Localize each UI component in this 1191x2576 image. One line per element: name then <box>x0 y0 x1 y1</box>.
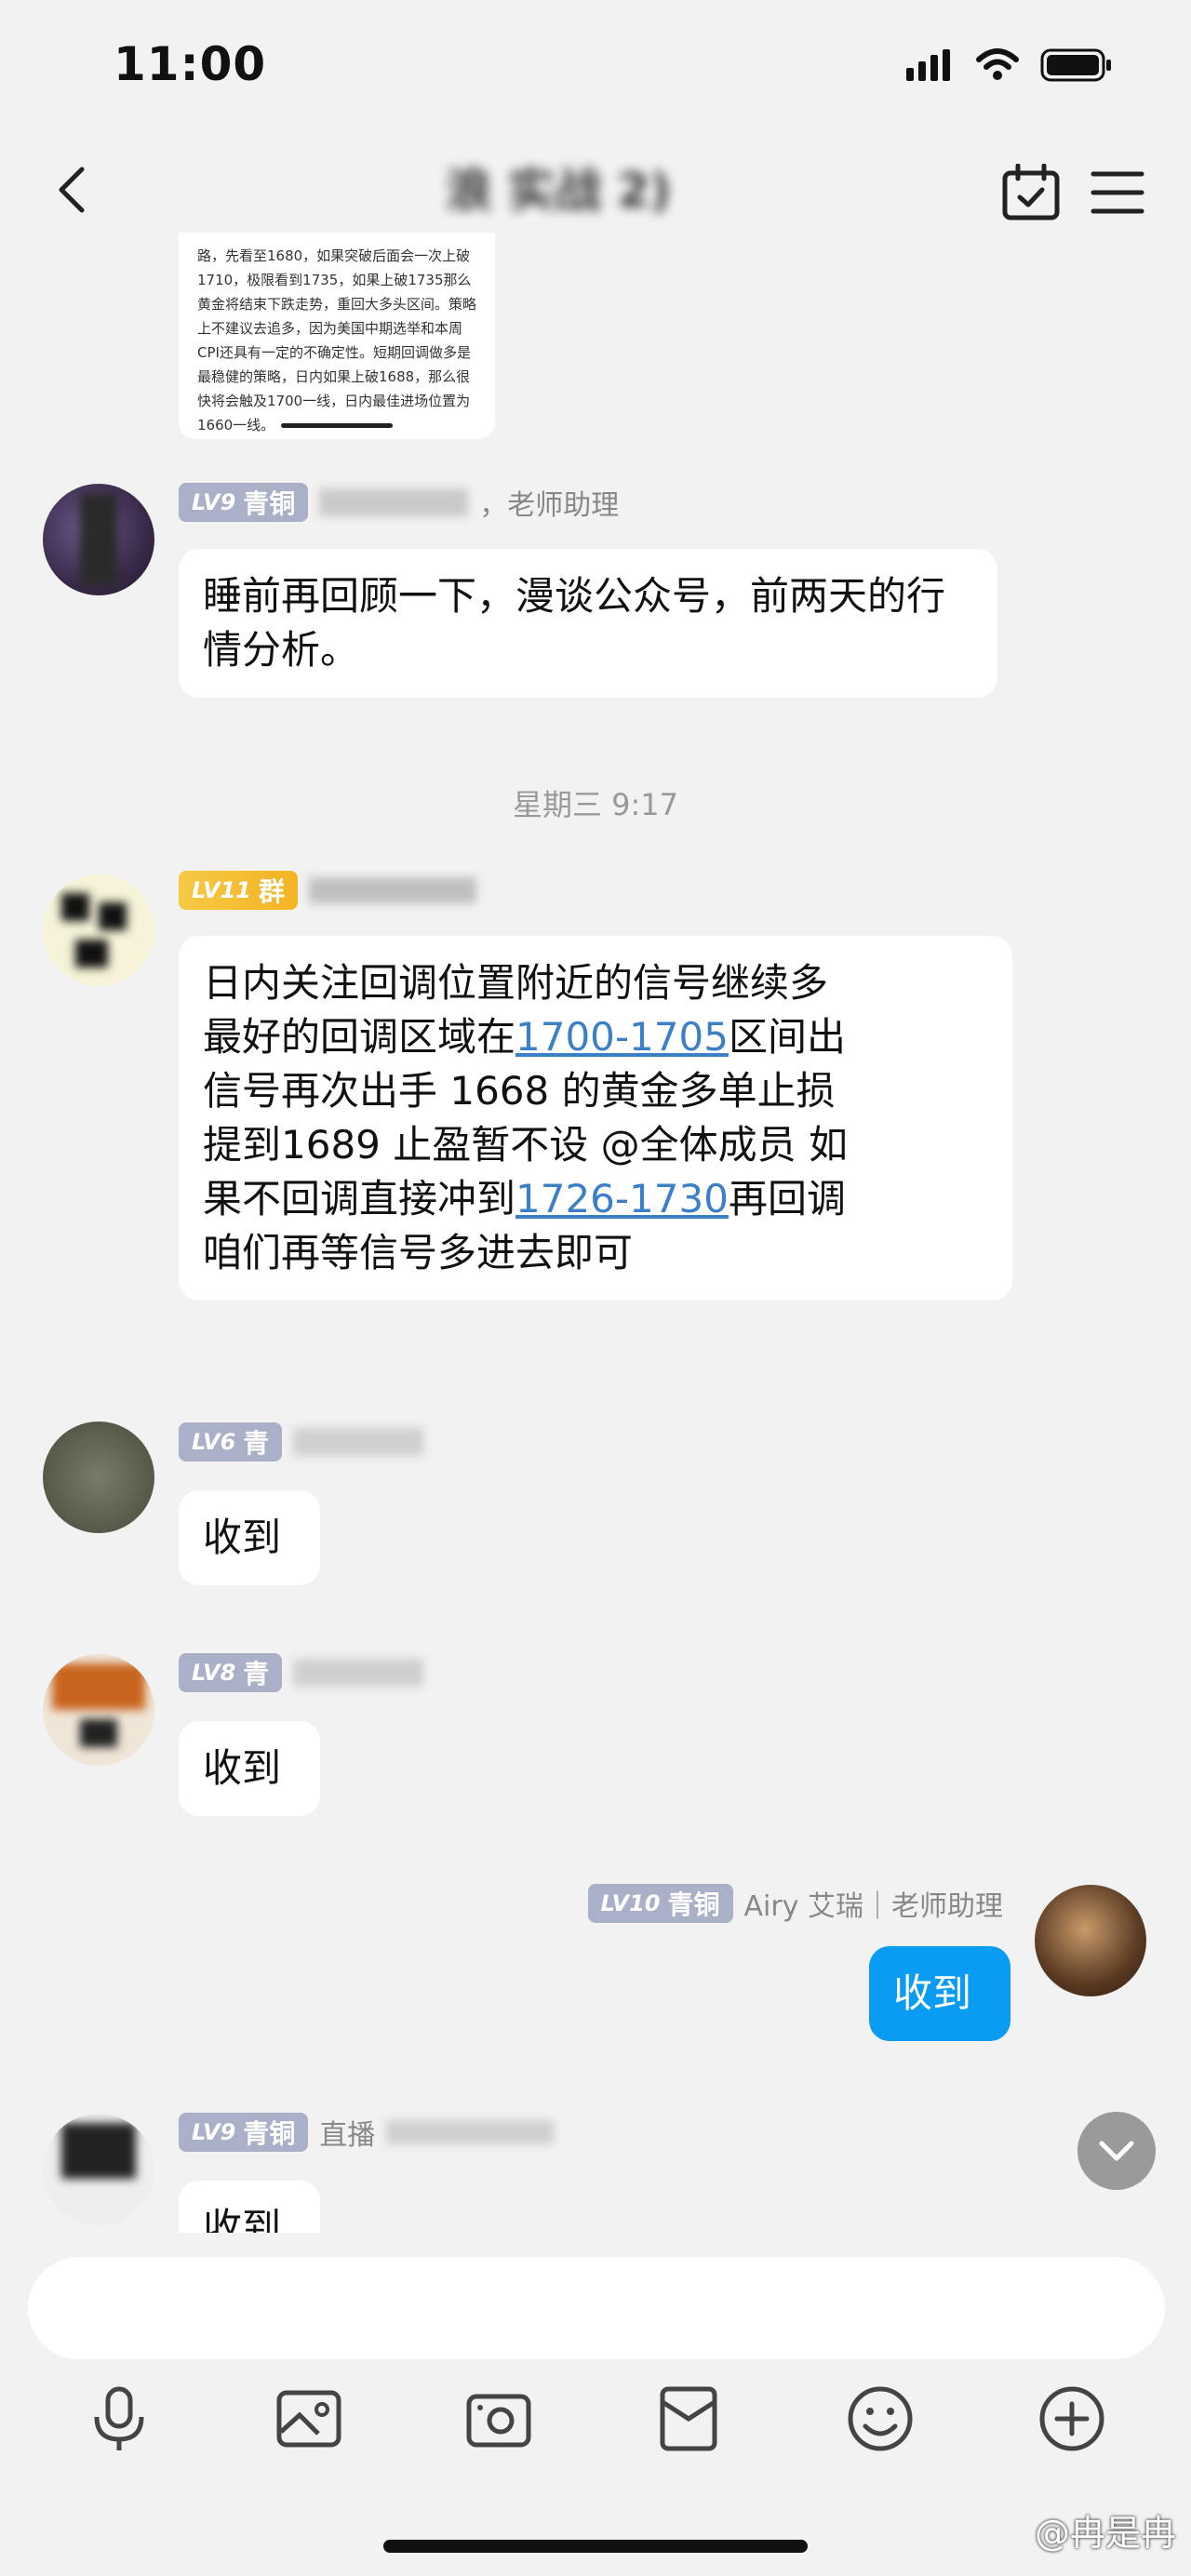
sender-name-redacted <box>319 488 469 516</box>
input-toolbar <box>0 2382 1191 2475</box>
wifi-icon <box>976 48 1019 80</box>
message-meta: LV8 青 <box>179 1652 435 1693</box>
sender-name: 直播 <box>319 2119 376 2152</box>
sender-name-redacted <box>293 1428 424 1456</box>
camera-icon[interactable] <box>462 2382 536 2456</box>
level-badge: LV8 青 <box>179 1653 283 1692</box>
level-badge: LV9 青铜 <box>179 2113 309 2152</box>
image-preview-text: 路，先看至1680，如果突破后面会一次上破1710，极限看到1735，如果上破1… <box>197 247 477 434</box>
sender-name: Airy 艾瑞｜老师助理 <box>743 1890 1003 1923</box>
input-area <box>0 2233 1191 2576</box>
status-bar: 11:00 <box>0 0 1191 130</box>
message-bubble[interactable]: 收到 <box>179 1490 320 1585</box>
level-badge: LV6 青 <box>179 1422 283 1462</box>
avatar[interactable] <box>43 1654 154 1766</box>
chat-title-area[interactable]: 浪 实战 2) <box>149 149 968 233</box>
message-timestamp: 星期三 9:17 <box>512 787 679 822</box>
home-indicator <box>383 2540 808 2553</box>
image-scroll-indicator <box>281 423 393 428</box>
price-link[interactable]: 1726-1730 <box>515 1176 729 1221</box>
level-badge: LV9 青铜 <box>179 483 309 522</box>
avatar[interactable] <box>43 2114 154 2225</box>
message-meta: LV10 青铜 Airy 艾瑞｜老师助理 <box>587 1883 1003 1924</box>
level-badge: LV11 群 <box>179 871 298 910</box>
sender-name-redacted <box>293 1659 424 1687</box>
message-bubble[interactable]: 睡前再回顾一下，漫谈公众号，前两天的行情分析。 <box>179 549 997 698</box>
watermark: @冉是冉 <box>1034 2513 1176 2554</box>
menu-icon[interactable] <box>1091 169 1144 216</box>
red-packet-icon[interactable] <box>651 2382 726 2456</box>
sender-name: ，老师助理 <box>479 489 620 522</box>
emoji-icon[interactable] <box>843 2382 917 2456</box>
back-arrow-icon[interactable] <box>47 162 102 218</box>
avatar[interactable] <box>1035 1885 1146 1996</box>
avatar[interactable] <box>43 1421 154 1533</box>
plus-icon[interactable] <box>1035 2382 1109 2456</box>
image-icon[interactable] <box>272 2382 346 2456</box>
message-line: 提到1689 止盈暂不设 @全体成员 如 <box>203 1122 848 1168</box>
message-line: 最好的回调区域在1700-1705区间出 <box>203 1014 846 1060</box>
status-time: 11:00 <box>114 37 267 91</box>
message-line: 日内关注回调位置附近的信号继续多 <box>203 960 829 1006</box>
message-meta: LV11 群 <box>179 870 488 911</box>
chevron-down-icon <box>1099 2141 1134 2161</box>
sender-name-redacted <box>308 877 476 903</box>
sender-name-redacted <box>386 2120 555 2144</box>
avatar[interactable] <box>43 484 154 595</box>
level-badge: LV10 青铜 <box>587 1884 733 1923</box>
message-meta: LV9 青铜 直播 <box>179 2112 555 2153</box>
price-link[interactable]: 1700-1705 <box>515 1014 729 1060</box>
cellular-signal-icon <box>906 49 950 81</box>
scroll-to-bottom-button[interactable] <box>1077 2112 1156 2190</box>
message-meta: LV9 青铜 ，老师助理 <box>179 482 619 523</box>
image-message-preview[interactable]: 路，先看至1680，如果突破后面会一次上破1710，极限看到1735，如果上破1… <box>179 233 495 439</box>
avatar[interactable] <box>43 874 154 986</box>
battery-icon <box>1040 48 1111 82</box>
microphone-icon[interactable] <box>82 2382 156 2456</box>
calendar-check-icon[interactable] <box>1001 164 1061 221</box>
message-bubble[interactable]: 日内关注回调位置附近的信号继续多 最好的回调区域在1700-1705区间出 信号… <box>179 936 1012 1301</box>
message-line: 信号再次出手 1668 的黄金多单止损 <box>203 1068 836 1114</box>
status-icons <box>906 48 1113 82</box>
message-input[interactable] <box>28 2257 1165 2359</box>
chat-title: 浪 实战 2) <box>445 164 672 218</box>
message-bubble[interactable]: 收到 <box>179 1721 320 1816</box>
message-bubble[interactable]: 收到 <box>869 1946 1010 2041</box>
message-line: 果不回调直接冲到1726-1730再回调 <box>203 1176 846 1221</box>
message-meta: LV6 青 <box>179 1421 435 1462</box>
message-line: 咱们再等信号多进去即可 <box>203 1230 634 1275</box>
